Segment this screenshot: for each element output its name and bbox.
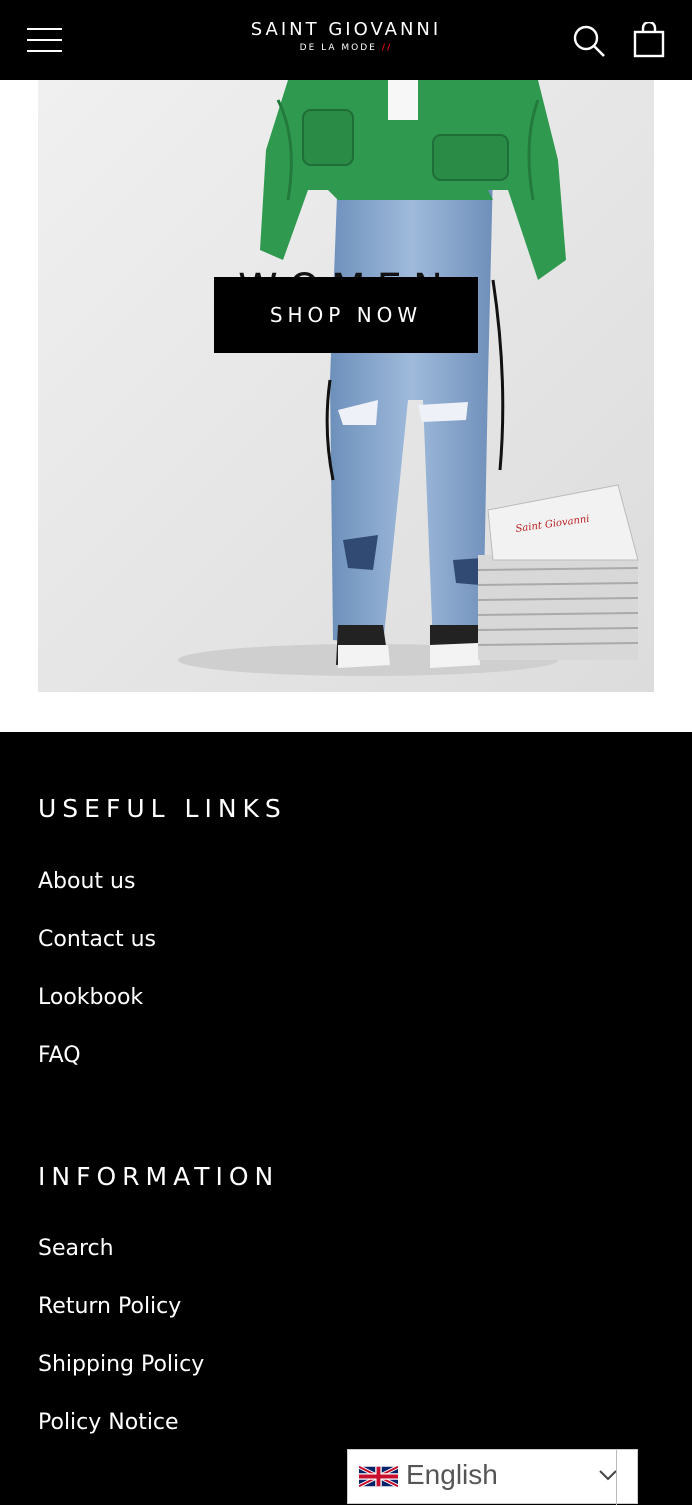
site-header: SAINT GIOVANNI DE LA MODE // xyxy=(0,0,692,80)
logo-sub-text: DE LA MODE // xyxy=(299,43,393,53)
hero-photo: Saint Giovanni xyxy=(38,80,654,692)
footer-link-return-policy[interactable]: Return Policy xyxy=(38,1292,181,1322)
footer-link-contact-us[interactable]: Contact us xyxy=(38,925,156,955)
useful-links-heading: USEFUL LINKS xyxy=(38,794,287,823)
cart-icon[interactable] xyxy=(632,22,668,58)
shop-now-button[interactable]: SHOP NOW xyxy=(214,277,478,353)
site-footer: USEFUL LINKS About us Contact us Lookboo… xyxy=(0,732,692,1504)
logo-main-text: SAINT GIOVANNI xyxy=(250,19,442,40)
footer-link-search[interactable]: Search xyxy=(38,1234,114,1264)
uk-flag-icon xyxy=(359,1465,398,1488)
women-hero-banner[interactable]: Saint Giovanni WOMEN SHOP NOW xyxy=(38,80,654,692)
footer-link-about-us[interactable]: About us xyxy=(38,867,135,897)
information-heading: INFORMATION xyxy=(38,1162,280,1191)
language-label: English xyxy=(406,1459,498,1490)
footer-link-faq[interactable]: FAQ xyxy=(38,1041,81,1071)
newspaper-stack: Saint Giovanni xyxy=(477,484,639,660)
footer-link-lookbook[interactable]: Lookbook xyxy=(38,983,143,1013)
footer-link-policy-notice[interactable]: Policy Notice xyxy=(38,1408,179,1438)
footer-link-shipping-policy[interactable]: Shipping Policy xyxy=(38,1350,204,1380)
search-icon[interactable] xyxy=(572,24,606,58)
brand-logo[interactable]: SAINT GIOVANNI DE LA MODE // xyxy=(200,20,492,60)
hamburger-menu-icon[interactable] xyxy=(27,26,63,54)
chevron-down-icon xyxy=(599,1470,617,1481)
language-selector[interactable]: English xyxy=(347,1449,638,1505)
divider xyxy=(616,1450,617,1505)
